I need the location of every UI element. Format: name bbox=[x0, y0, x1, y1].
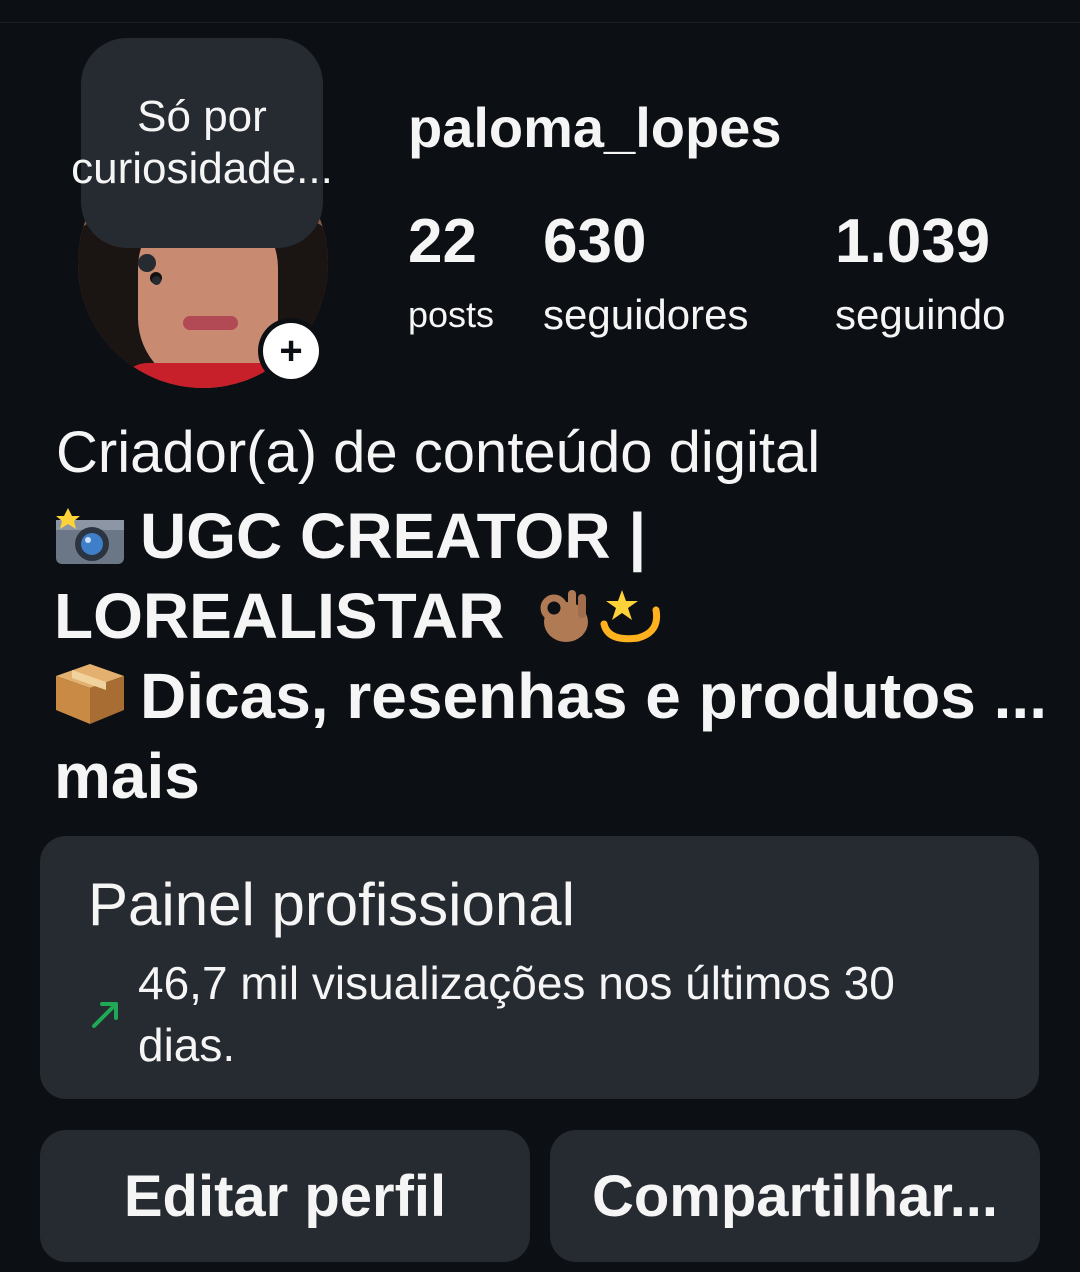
profile-note[interactable]: Só por curiosidade... bbox=[71, 38, 333, 248]
following-stat[interactable]: 1.039 seguindo bbox=[835, 208, 1005, 340]
dashboard-views-summary: 46,7 mil visualizações nos últimos 30 di… bbox=[138, 957, 895, 1071]
followers-stat[interactable]: 630 seguidores bbox=[543, 208, 748, 340]
posts-label: posts bbox=[408, 294, 495, 335]
add-story-button[interactable]: + bbox=[258, 318, 324, 384]
username: paloma_lopes bbox=[408, 96, 782, 159]
note-bubble-tail bbox=[138, 254, 156, 272]
dashboard-title: Painel profissional bbox=[88, 871, 575, 938]
followers-count: 630 bbox=[543, 207, 647, 276]
posts-stat[interactable]: 22 posts bbox=[408, 208, 494, 340]
camera-with-flash-emoji bbox=[54, 506, 126, 580]
trending-up-icon bbox=[88, 952, 138, 1076]
bio-line-3: Dicas, resenhas e produtos ... bbox=[140, 660, 1047, 732]
share-profile-button[interactable]: Compartilhar... bbox=[550, 1130, 1040, 1262]
package-emoji bbox=[54, 660, 126, 740]
profile-category: Criador(a) de conteúdo digital bbox=[56, 420, 821, 485]
note-text: Só por curiosidade... bbox=[71, 92, 333, 193]
bio-line-1: UGC CREATOR | bbox=[140, 500, 647, 572]
top-divider bbox=[0, 22, 1080, 23]
note-bubble-tail-small bbox=[152, 276, 161, 285]
professional-dashboard[interactable]: Painel profissional 46,7 mil visualizaçõ… bbox=[40, 836, 1039, 1099]
following-label: seguindo bbox=[835, 291, 1006, 338]
posts-count: 22 bbox=[408, 207, 477, 276]
profile-bio: UGC CREATOR | LOREALISTAR Dicas, resenha… bbox=[54, 500, 1047, 812]
following-count: 1.039 bbox=[835, 207, 991, 276]
ok-hand-emoji bbox=[532, 584, 594, 660]
bio-line-2: LOREALISTAR bbox=[54, 580, 505, 652]
followers-label: seguidores bbox=[543, 291, 749, 338]
dizzy-emoji bbox=[598, 584, 664, 660]
plus-icon: + bbox=[263, 323, 319, 379]
edit-profile-button[interactable]: Editar perfil bbox=[40, 1130, 530, 1262]
bio-more-link[interactable]: mais bbox=[54, 740, 200, 812]
